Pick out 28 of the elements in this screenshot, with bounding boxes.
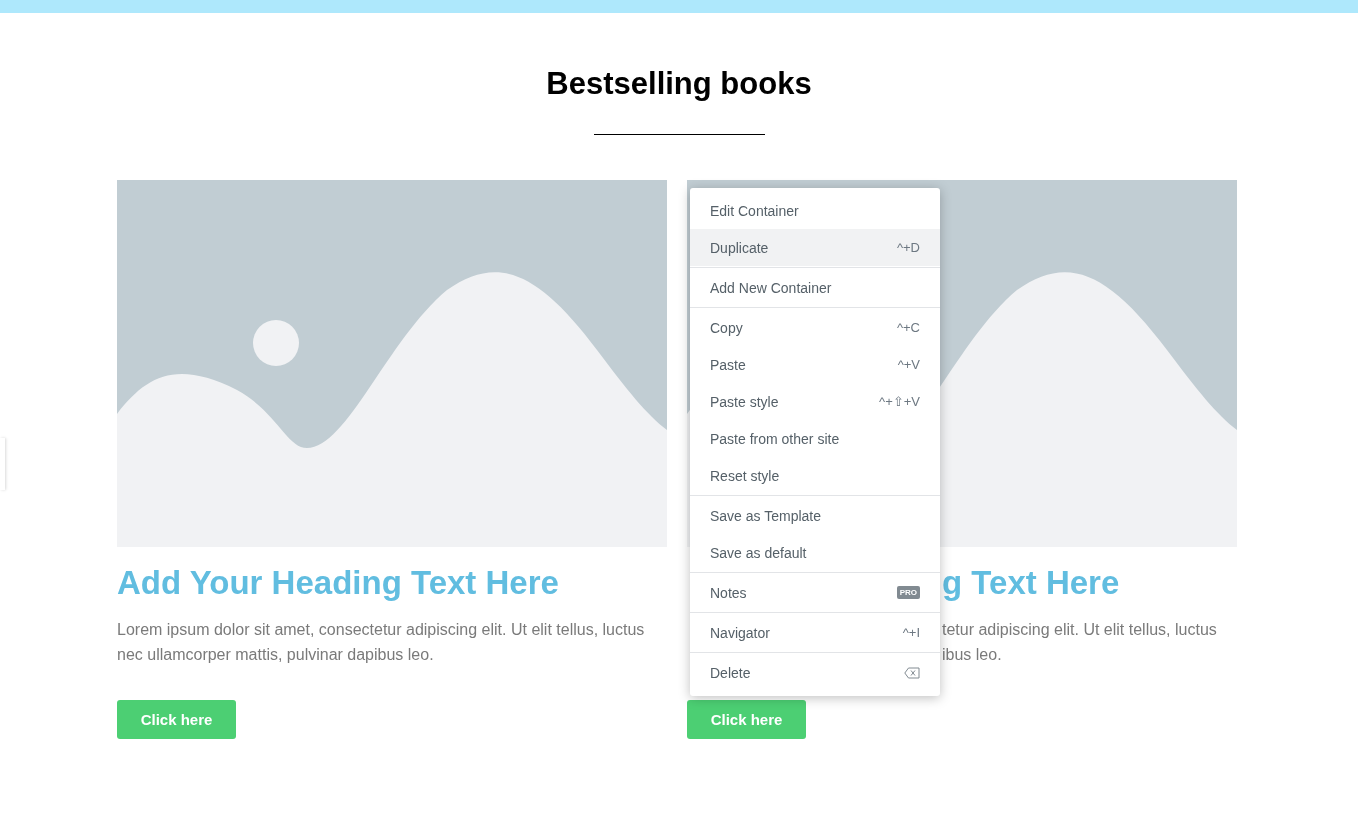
card-text: nec ullamcorper mattis, pulvinar dapibus leo. xyxy=(117,645,435,665)
menu-item[interactable]: Copy ^+C xyxy=(690,309,940,346)
menu-item[interactable]: Paste style ^+⇧+V xyxy=(690,383,940,420)
pro-badge: PRO xyxy=(896,586,920,599)
menu-item[interactable]: Save as default xyxy=(690,534,940,571)
card-text: ibus leo. xyxy=(942,645,1003,665)
shortcut-label: ^+V xyxy=(897,357,920,372)
card-heading: g Text Here xyxy=(942,563,1120,603)
menu-item[interactable]: Paste ^+V xyxy=(690,346,940,383)
menu-item[interactable]: Paste from other site xyxy=(690,420,940,457)
menu-item[interactable]: Edit Container xyxy=(690,192,940,229)
menu-item[interactable]: Notes PRO xyxy=(690,574,940,611)
menu-item[interactable]: Add New Container xyxy=(690,269,940,306)
menu-item[interactable]: Delete xyxy=(690,654,940,691)
card-heading: Add Your Heading Text Here xyxy=(117,563,559,603)
backspace-icon xyxy=(904,666,920,679)
menu-item[interactable]: Navigator ^+I xyxy=(690,614,940,651)
shortcut-label: ^+D xyxy=(896,240,920,255)
shortcut-label: ^+C xyxy=(896,320,920,335)
shortcut-label: ^+⇧+V xyxy=(879,394,920,409)
menu-item[interactable]: Duplicate ^+D xyxy=(690,229,940,266)
card-text: Lorem ipsum dolor sit amet, consectetur adipiscing elit. Ut elit tellus, luctus xyxy=(117,620,645,640)
menu-item[interactable]: Save as Template xyxy=(690,497,940,534)
shortcut-label: ^+I xyxy=(902,625,920,640)
section-title: Bestselling books xyxy=(545,65,813,103)
card-text: tetur adipiscing elit. Ut elit tellus, luctus xyxy=(942,620,1217,640)
side-handle[interactable] xyxy=(0,438,5,490)
menu-item[interactable]: Reset style xyxy=(690,457,940,494)
